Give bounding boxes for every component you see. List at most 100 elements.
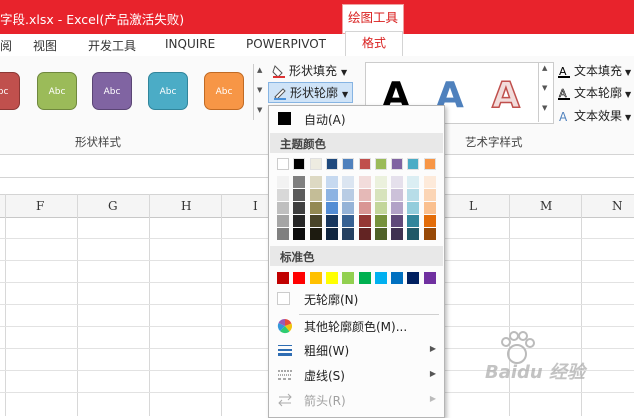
- color-swatch[interactable]: [342, 189, 355, 201]
- auto-color-item[interactable]: 自动(A): [269, 108, 444, 130]
- shape-style-swatch[interactable]: Abc: [0, 72, 20, 110]
- color-swatch[interactable]: [358, 272, 371, 284]
- scroll-up-icon[interactable]: ▲: [257, 66, 262, 74]
- color-swatch[interactable]: [407, 176, 420, 188]
- column-header[interactable]: M: [540, 199, 552, 213]
- color-swatch[interactable]: [374, 228, 387, 240]
- color-swatch[interactable]: [374, 158, 387, 170]
- color-swatch[interactable]: [277, 176, 289, 188]
- color-swatch[interactable]: [423, 189, 436, 201]
- tab-review[interactable]: 阅: [0, 37, 12, 54]
- shape-style-swatch[interactable]: Abc: [92, 72, 132, 110]
- color-swatch[interactable]: [391, 189, 404, 201]
- shape-style-swatch[interactable]: Abc: [204, 72, 244, 110]
- color-swatch[interactable]: [309, 228, 322, 240]
- color-swatch[interactable]: [325, 202, 338, 214]
- weight-item[interactable]: 粗细(W) ▶: [269, 339, 444, 361]
- color-swatch[interactable]: [342, 228, 355, 240]
- color-swatch[interactable]: [293, 158, 306, 170]
- tab-format[interactable]: 格式: [345, 31, 403, 57]
- gallery-more-icon[interactable]: ▼: [542, 104, 547, 112]
- gallery-more-icon[interactable]: ▼: [257, 106, 262, 114]
- arrows-item[interactable]: 箭头(R) ▶: [269, 389, 444, 411]
- scroll-up-icon[interactable]: ▲: [542, 64, 547, 72]
- tab-developer[interactable]: 开发工具: [88, 37, 136, 54]
- color-swatch[interactable]: [293, 272, 306, 284]
- color-swatch[interactable]: [358, 176, 371, 188]
- color-swatch[interactable]: [374, 189, 387, 201]
- color-swatch[interactable]: [374, 202, 387, 214]
- text-fill-button[interactable]: A 文本填充 ▼: [557, 62, 631, 79]
- color-swatch[interactable]: [342, 215, 355, 227]
- scroll-down-icon[interactable]: ▼: [542, 84, 547, 92]
- drawing-tools-context-tab[interactable]: 绘图工具: [342, 4, 404, 34]
- color-swatch[interactable]: [325, 272, 338, 284]
- dashes-item[interactable]: 虚线(S) ▶: [269, 364, 444, 386]
- color-swatch[interactable]: [358, 189, 371, 201]
- shape-style-swatch[interactable]: Abc: [37, 72, 77, 110]
- color-swatch[interactable]: [293, 176, 306, 188]
- color-swatch[interactable]: [391, 228, 404, 240]
- color-swatch[interactable]: [309, 215, 322, 227]
- color-swatch[interactable]: [309, 202, 322, 214]
- shape-style-gallery-scroll[interactable]: ▲ ▼ ▼: [253, 64, 266, 120]
- text-effect-button[interactable]: A 文本效果 ▼: [557, 107, 631, 124]
- tab-inquire[interactable]: INQUIRE: [165, 37, 215, 51]
- color-swatch[interactable]: [423, 158, 436, 170]
- color-swatch[interactable]: [325, 158, 338, 170]
- color-swatch[interactable]: [277, 215, 289, 227]
- color-swatch[interactable]: [309, 176, 322, 188]
- wordart-gallery-scroll[interactable]: ▲ ▼ ▼: [538, 62, 553, 122]
- color-swatch[interactable]: [358, 215, 371, 227]
- color-swatch[interactable]: [407, 189, 420, 201]
- color-swatch[interactable]: [423, 202, 436, 214]
- more-outline-colors-item[interactable]: 其他轮廓颜色(M)...: [269, 315, 444, 337]
- scroll-down-icon[interactable]: ▼: [257, 86, 262, 94]
- color-swatch[interactable]: [391, 202, 404, 214]
- color-swatch[interactable]: [277, 228, 289, 240]
- color-swatch[interactable]: [293, 228, 306, 240]
- color-swatch[interactable]: [423, 215, 436, 227]
- color-swatch[interactable]: [358, 202, 371, 214]
- color-swatch[interactable]: [407, 228, 420, 240]
- tab-powerpivot[interactable]: POWERPIVOT: [246, 37, 326, 51]
- wordart-sample[interactable]: A: [491, 74, 520, 117]
- column-header[interactable]: H: [181, 199, 191, 213]
- color-swatch[interactable]: [342, 272, 355, 284]
- shape-style-swatch[interactable]: Abc: [148, 72, 188, 110]
- color-swatch[interactable]: [309, 158, 322, 170]
- color-swatch[interactable]: [407, 272, 420, 284]
- no-outline-item[interactable]: 无轮廓(N): [269, 288, 444, 310]
- tab-view[interactable]: 视图: [33, 37, 57, 54]
- color-swatch[interactable]: [391, 176, 404, 188]
- color-swatch[interactable]: [407, 158, 420, 170]
- column-header[interactable]: G: [108, 199, 118, 213]
- color-swatch[interactable]: [277, 158, 289, 170]
- color-swatch[interactable]: [293, 215, 306, 227]
- column-header[interactable]: N: [612, 199, 623, 213]
- color-swatch[interactable]: [407, 202, 420, 214]
- color-swatch[interactable]: [423, 176, 436, 188]
- color-swatch[interactable]: [407, 215, 420, 227]
- color-swatch[interactable]: [309, 189, 322, 201]
- column-header[interactable]: I: [253, 199, 258, 213]
- column-header[interactable]: L: [469, 199, 477, 213]
- shape-fill-button[interactable]: 形状填充 ▼: [272, 62, 347, 79]
- color-swatch[interactable]: [423, 272, 436, 284]
- color-swatch[interactable]: [325, 176, 338, 188]
- color-swatch[interactable]: [325, 228, 338, 240]
- color-swatch[interactable]: [293, 189, 306, 201]
- column-header[interactable]: F: [36, 199, 44, 213]
- color-swatch[interactable]: [374, 176, 387, 188]
- color-swatch[interactable]: [277, 202, 289, 214]
- color-swatch[interactable]: [342, 202, 355, 214]
- color-swatch[interactable]: [374, 272, 387, 284]
- color-swatch[interactable]: [342, 176, 355, 188]
- color-swatch[interactable]: [293, 202, 306, 214]
- color-swatch[interactable]: [391, 215, 404, 227]
- color-swatch[interactable]: [374, 215, 387, 227]
- color-swatch[interactable]: [325, 215, 338, 227]
- color-swatch[interactable]: [309, 272, 322, 284]
- color-swatch[interactable]: [325, 189, 338, 201]
- color-swatch[interactable]: [342, 158, 355, 170]
